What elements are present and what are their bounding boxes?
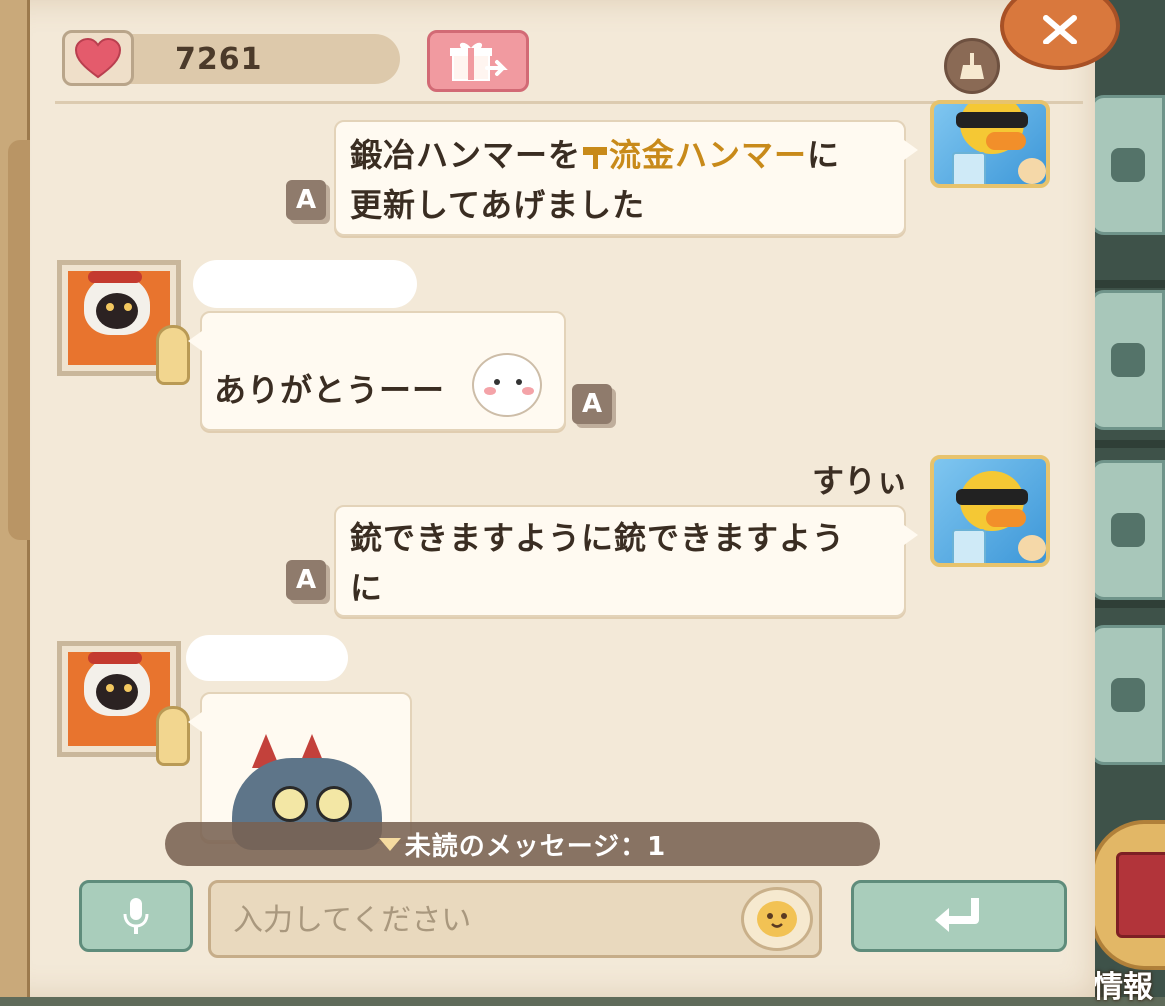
gift-send-icon — [450, 42, 508, 81]
tab-mail[interactable] — [1090, 460, 1165, 600]
gift-send-button[interactable] — [427, 30, 529, 92]
sender-name — [193, 260, 417, 308]
item-name-link[interactable]: 流金ハンマー — [609, 136, 807, 174]
enter-arrow-icon — [935, 898, 979, 932]
voice-button[interactable] — [79, 880, 193, 952]
person-icon — [1110, 148, 1145, 182]
translate-badge[interactable]: A — [572, 384, 612, 424]
translate-badge[interactable]: A — [286, 560, 326, 600]
message-input[interactable] — [231, 897, 735, 943]
smiley-icon — [757, 901, 797, 937]
sender-name: すりぃ — [812, 462, 909, 500]
message-text: 更新してあげました — [350, 186, 646, 224]
message-text: 鍛冶ハンマーを — [350, 136, 582, 174]
tab-profile[interactable] — [1090, 95, 1165, 235]
message-bubble[interactable]: 銃できますように銃できますよう に — [334, 505, 918, 617]
like-count: 7261 — [175, 42, 263, 77]
book-icon — [1116, 852, 1165, 938]
panel-edge — [0, 0, 30, 997]
header-divider — [55, 101, 1083, 104]
translate-badge[interactable]: A — [286, 180, 326, 220]
avatar-self[interactable] — [930, 455, 1050, 567]
chat-icon — [1110, 678, 1145, 712]
avatar-self[interactable] — [930, 100, 1050, 188]
sender-name — [186, 635, 348, 681]
info-book-button[interactable] — [1090, 820, 1165, 970]
info-label: 情報 — [1093, 970, 1153, 1005]
close-icon — [1043, 15, 1077, 44]
cat-emoji-icon — [472, 353, 542, 417]
mail-icon — [1110, 513, 1145, 547]
message-text: に — [350, 569, 384, 607]
send-button[interactable] — [851, 880, 1067, 952]
tab-friends[interactable] — [1090, 290, 1165, 430]
message-bubble[interactable]: ありがとうーー — [188, 311, 566, 431]
message-bubble[interactable]: 鍛冶ハンマーを 流金ハンマーに 更新してあげました — [334, 120, 918, 236]
message-text: ありがとうーー — [214, 371, 446, 409]
unread-label: 未読のメッセージ：1 — [404, 831, 667, 862]
clear-chat-button[interactable] — [944, 38, 1000, 94]
like-count-pill — [130, 34, 400, 84]
message-text: に — [807, 136, 841, 174]
tab-chat[interactable] — [1090, 625, 1165, 765]
broom-icon — [960, 53, 984, 79]
bulb-icon — [156, 706, 190, 766]
bulb-icon — [156, 325, 190, 385]
message-input-box[interactable] — [208, 880, 822, 958]
heart-icon — [74, 37, 122, 79]
message-text: 銃できますように銃できますよう — [350, 519, 846, 557]
microphone-icon — [123, 898, 149, 934]
like-button[interactable] — [62, 30, 134, 86]
message-bubble[interactable] — [188, 692, 412, 850]
unread-messages-bar[interactable]: 未読のメッセージ：1 — [165, 822, 880, 866]
arrow-down-icon — [378, 837, 401, 851]
emoji-button[interactable] — [741, 887, 813, 951]
friends-icon — [1110, 343, 1145, 377]
hammer-icon — [583, 147, 608, 169]
